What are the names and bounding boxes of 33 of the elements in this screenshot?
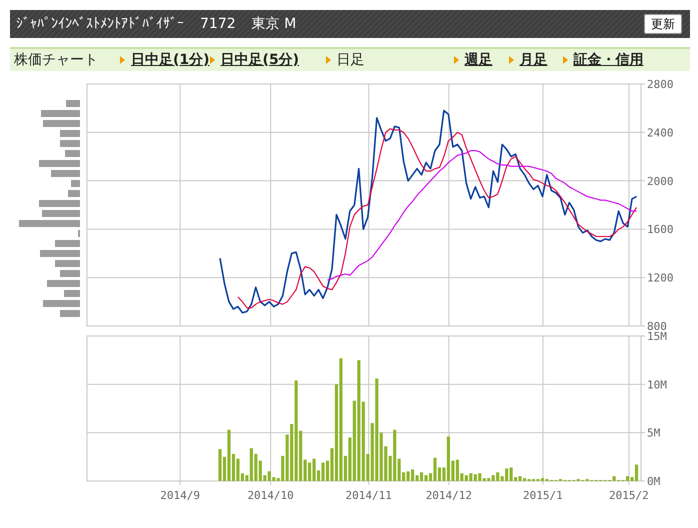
chart-tab[interactable]: 日中足(5分) xyxy=(220,50,300,70)
axis-label: 15M xyxy=(647,330,667,343)
triangle-icon xyxy=(562,56,568,64)
chart-tab[interactable]: 月足 xyxy=(520,50,548,70)
page-title: 株価チャート xyxy=(14,50,99,70)
company-name: ｼﾞｬﾊﾟﾝｲﾝﾍﾞｽﾄﾒﾝﾄｱﾄﾞﾊﾞｲｻﾞｰ xyxy=(16,14,184,34)
chart-tab[interactable]: 証金・信用 xyxy=(574,50,644,70)
axis-label: 2015/1 xyxy=(523,489,563,502)
axis-label: 1200 xyxy=(647,272,674,285)
chart-tab[interactable]: 日足 xyxy=(336,50,365,70)
axis-label: 10M xyxy=(647,378,667,392)
axis-label: 2014/12 xyxy=(426,489,472,502)
market-name: 東京 M xyxy=(252,14,296,34)
axis-label: 800 xyxy=(647,320,667,333)
axis-label: 2014/9 xyxy=(160,489,200,502)
chart-tab[interactable]: 日中足(1分) xyxy=(131,50,210,70)
axis-label: 0M xyxy=(647,475,660,488)
stock-code: 7172 xyxy=(200,14,236,34)
axis-label: 1600 xyxy=(647,223,674,236)
triangle-icon xyxy=(454,56,459,64)
axis-label: 5M xyxy=(647,426,660,440)
axis-label: 2014/10 xyxy=(247,489,294,502)
triangle-icon xyxy=(210,56,215,64)
axis-label: 2000 xyxy=(647,174,674,188)
refresh-button[interactable]: 更新 xyxy=(644,14,682,34)
triangle-icon xyxy=(120,56,125,64)
triangle-icon xyxy=(326,56,331,64)
axis-label: 2014/11 xyxy=(346,489,392,502)
triangle-icon xyxy=(508,56,514,64)
chart-tab[interactable]: 週足 xyxy=(464,50,493,70)
axis-label: 2400 xyxy=(647,126,674,140)
axis-label: 2800 xyxy=(647,78,674,91)
axis-label: 2015/2 xyxy=(609,489,649,502)
